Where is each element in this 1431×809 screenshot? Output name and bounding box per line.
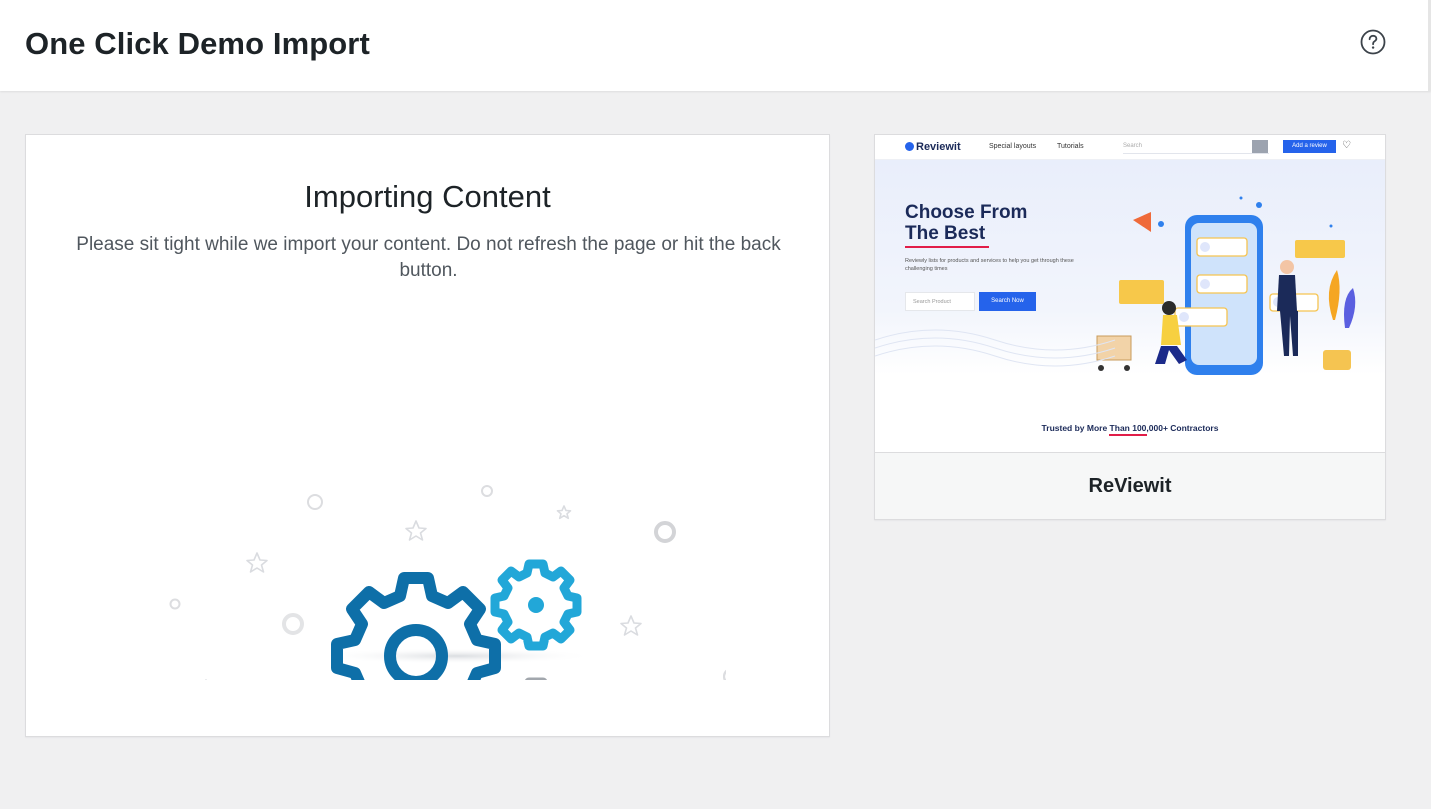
preview-nav-item: Tutorials [1057, 143, 1084, 150]
preview-logo: Reviewit [905, 141, 961, 153]
preview-search-icon [1252, 140, 1268, 153]
top-bar: One Click Demo Import [0, 0, 1431, 91]
import-card: Importing Content Please sit tight while… [25, 134, 830, 737]
preview-navbar: Reviewit Special layouts Tutorials Searc… [875, 135, 1385, 160]
preview-trusted-underline [1109, 434, 1147, 436]
preview-search-product: Search Product [905, 292, 975, 311]
preview-subtext: Reviewly lists for products and services… [905, 258, 1074, 272]
demo-preview-image[interactable]: Reviewit Special layouts Tutorials Searc… [875, 135, 1385, 453]
help-button[interactable] [1360, 29, 1386, 55]
heart-icon: ♡ [1342, 140, 1351, 151]
import-description: Please sit tight while we import your co… [76, 234, 781, 281]
preview-search-now-button: Search Now [979, 292, 1036, 311]
preview-search: Search [1123, 140, 1269, 154]
demo-name: ReViewit [1088, 475, 1172, 497]
question-circle-icon [1360, 29, 1386, 55]
preview-headline: Choose From The Best [905, 202, 1028, 244]
preview-trusted-text: Trusted by More Than 100,000+ Contractor… [1041, 423, 1219, 433]
preview-add-button: Add a review [1283, 140, 1336, 153]
demo-card[interactable]: Reviewit Special layouts Tutorials Searc… [874, 134, 1386, 520]
gears-icon [169, 485, 726, 680]
preview-underline [905, 246, 989, 248]
preview-nav-item: Special layouts [989, 143, 1037, 150]
import-title: Importing Content [304, 179, 551, 214]
page-title: One Click Demo Import [25, 26, 370, 61]
